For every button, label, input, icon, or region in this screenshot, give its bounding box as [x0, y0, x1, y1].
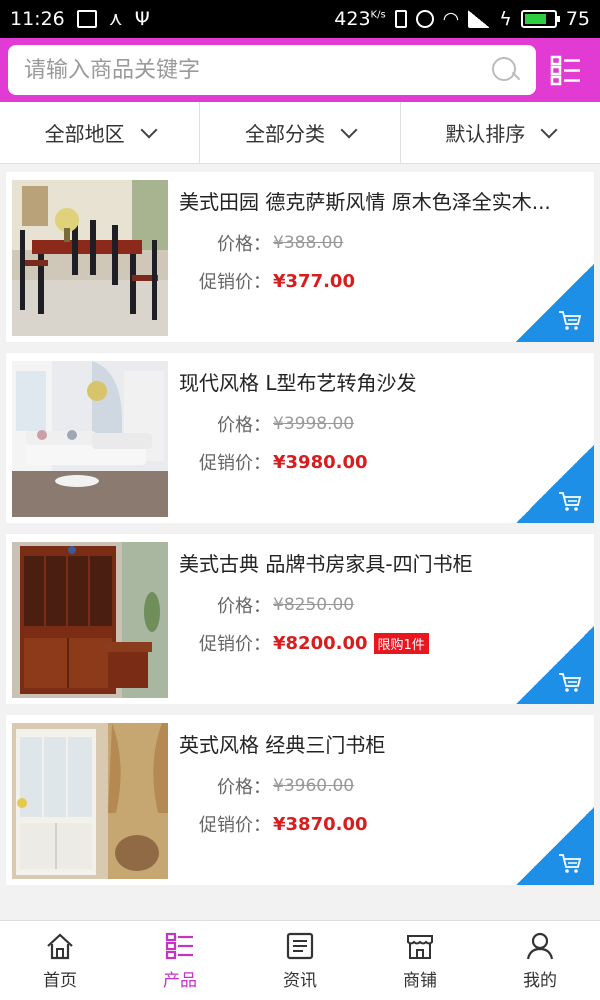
- product-title[interactable]: 美式古典 品牌书房家具-四门书柜: [179, 548, 579, 577]
- price-label: 价格：: [217, 234, 271, 255]
- cart-icon: [559, 492, 582, 511]
- original-price-row: 价格： ¥3960.00: [179, 773, 354, 799]
- promo-price-row: 促销价： ¥3980.00: [179, 449, 368, 475]
- category-menu-button[interactable]: [550, 54, 582, 86]
- product-image[interactable]: [12, 180, 168, 336]
- promo-price-label: 促销价：: [199, 634, 271, 655]
- nav-home-label: 首页: [43, 971, 77, 991]
- promo-price-label: 促销价：: [199, 453, 271, 474]
- price-label: 价格：: [217, 596, 271, 617]
- bottom-nav: 首页 产品 资讯 商铺 我的: [0, 920, 600, 1000]
- product-title[interactable]: 英式风格 经典三门书柜: [179, 729, 579, 758]
- cart-icon: [559, 311, 582, 330]
- filter-category-label: 全部分类: [244, 122, 325, 146]
- filter-sort[interactable]: 默认排序: [401, 102, 600, 163]
- cart-icon: [559, 673, 582, 692]
- original-price: ¥8250.00: [273, 595, 355, 615]
- home-icon: [47, 933, 73, 960]
- promo-price-row: 促销价： ¥377.00: [179, 268, 355, 294]
- add-to-cart-button[interactable]: [516, 807, 594, 885]
- product-grid-icon: [165, 932, 193, 960]
- user-icon: [526, 932, 554, 960]
- cart-icon: [559, 854, 582, 873]
- promo-price-label: 促销价：: [199, 272, 271, 293]
- search-input[interactable]: [24, 57, 490, 83]
- product-image[interactable]: [12, 542, 168, 698]
- status-time: 11:26: [10, 8, 65, 30]
- status-bar: 11:26 ⋏ Ψ 423K/s ◠ ϟ 75: [0, 0, 600, 38]
- alarm-icon: [415, 10, 434, 28]
- nav-me[interactable]: 我的: [480, 921, 600, 1000]
- add-to-cart-button[interactable]: [516, 445, 594, 523]
- nav-home[interactable]: 首页: [0, 921, 120, 1000]
- original-price-row: 价格： ¥8250.00: [179, 592, 354, 618]
- nav-news-label: 资讯: [283, 971, 317, 991]
- product-card[interactable]: 美式古典 品牌书房家具-四门书柜 价格： ¥8250.00 促销价： ¥8200…: [6, 534, 594, 704]
- nav-shop-label: 商铺: [403, 971, 437, 991]
- product-card[interactable]: 美式田园 德克萨斯风情 原木色泽全实木... 价格： ¥388.00 促销价： …: [6, 172, 594, 342]
- shop-icon: [407, 935, 433, 959]
- nav-shop[interactable]: 商铺: [360, 921, 480, 1000]
- wifi-icon: ◠: [442, 8, 460, 30]
- vibrate-icon: [394, 10, 407, 28]
- usb-icon: Ψ: [134, 8, 150, 30]
- add-to-cart-button[interactable]: [516, 626, 594, 704]
- chevron-down-icon: [340, 121, 358, 138]
- promo-price: ¥3980.00: [273, 451, 368, 473]
- list-menu-icon: [550, 55, 580, 86]
- search-box[interactable]: [8, 45, 536, 95]
- original-price: ¥388.00: [273, 233, 344, 253]
- search-header: [0, 38, 600, 102]
- promo-price-row: 促销价： ¥8200.00 限购1件: [179, 630, 429, 656]
- bookcase-image: [12, 542, 168, 698]
- chevron-down-icon: [140, 121, 158, 138]
- promo-price: ¥8200.00: [273, 632, 368, 654]
- chevron-down-icon: [540, 121, 558, 138]
- original-price: ¥3960.00: [273, 776, 355, 796]
- image-icon: [76, 10, 97, 28]
- nav-news[interactable]: 资讯: [240, 921, 360, 1000]
- speed-value: 423: [334, 8, 371, 30]
- product-card[interactable]: 现代风格 L型布艺转角沙发 价格： ¥3998.00 促销价： ¥3980.00: [6, 353, 594, 523]
- price-label: 价格：: [217, 777, 271, 798]
- battery-percent: 75: [565, 8, 590, 30]
- nav-me-label: 我的: [523, 971, 557, 991]
- promo-price: ¥377.00: [273, 270, 355, 292]
- original-price-row: 价格： ¥3998.00: [179, 411, 354, 437]
- share-icon: ⋏: [108, 8, 123, 30]
- promo-price: ¥3870.00: [273, 813, 368, 835]
- original-price-row: 价格： ¥388.00: [179, 230, 343, 256]
- battery-icon: [520, 10, 560, 28]
- product-card[interactable]: 英式风格 经典三门书柜 价格： ¥3960.00 促销价： ¥3870.00: [6, 715, 594, 885]
- news-icon: [286, 932, 314, 960]
- signal-icon: [468, 10, 491, 28]
- filter-region[interactable]: 全部地区: [0, 102, 201, 163]
- filter-bar: 全部地区 全部分类 默认排序: [0, 102, 600, 164]
- network-speed: 423K/s: [334, 8, 385, 30]
- nav-products-label: 产品: [163, 971, 197, 991]
- product-title[interactable]: 现代风格 L型布艺转角沙发: [179, 367, 579, 396]
- battery-level: [524, 14, 546, 24]
- product-title[interactable]: 美式田园 德克萨斯风情 原木色泽全实木...: [179, 186, 579, 215]
- filter-region-label: 全部地区: [44, 122, 125, 146]
- filter-sort-label: 默认排序: [445, 122, 526, 146]
- nav-products[interactable]: 产品: [120, 921, 240, 1000]
- product-image[interactable]: [12, 723, 168, 879]
- dining-set-image: [12, 180, 168, 336]
- product-image[interactable]: [12, 361, 168, 517]
- charging-icon: ϟ: [499, 8, 512, 30]
- purchase-limit-badge: 限购1件: [373, 632, 429, 654]
- sofa-image: [12, 361, 168, 517]
- original-price: ¥3998.00: [273, 414, 355, 434]
- add-to-cart-button[interactable]: [516, 264, 594, 342]
- white-bookcase-image: [12, 723, 168, 879]
- search-icon[interactable]: [490, 55, 520, 85]
- price-label: 价格：: [217, 415, 271, 436]
- promo-price-row: 促销价： ¥3870.00: [179, 811, 368, 837]
- filter-category[interactable]: 全部分类: [200, 102, 401, 163]
- speed-unit: K/s: [370, 9, 386, 21]
- promo-price-label: 促销价：: [199, 815, 271, 836]
